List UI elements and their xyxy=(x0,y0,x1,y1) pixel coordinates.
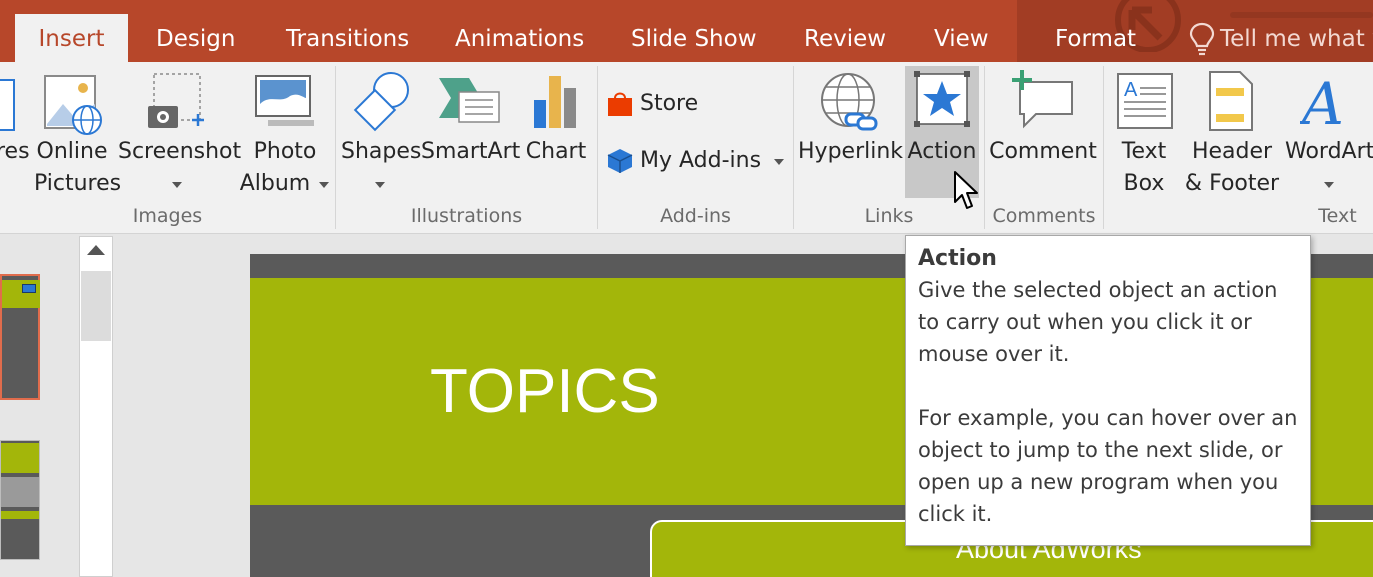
photo-album-button[interactable]: Photo Album xyxy=(240,66,330,206)
tooltip-text: click it. xyxy=(918,498,1298,530)
thumbnail-row xyxy=(1,477,39,507)
hyperlink-button[interactable]: Hyperlink xyxy=(798,66,902,206)
pictures-label: res xyxy=(0,136,24,168)
comment-button[interactable]: Comment xyxy=(988,66,1098,206)
ribbon-tab-bar: Insert Design Transitions Animations Sli… xyxy=(0,0,1373,62)
comment-label: Comment xyxy=(988,136,1098,168)
tab-format[interactable]: Format xyxy=(1055,0,1136,62)
header-footer-icon xyxy=(1208,70,1256,132)
thumbnail-scrollbar[interactable] xyxy=(79,236,113,577)
group-separator xyxy=(1103,66,1104,229)
online-pictures-label-2: Pictures xyxy=(34,168,110,200)
shapes-label: Shapes xyxy=(341,136,419,168)
chart-label: Chart xyxy=(524,136,588,168)
pictures-icon xyxy=(0,74,18,136)
my-addins-icon xyxy=(606,147,634,175)
action-tooltip: Action Give the selected object an actio… xyxy=(905,235,1311,546)
hyperlink-label: Hyperlink xyxy=(798,136,902,168)
smartart-button[interactable]: SmartArt xyxy=(421,66,519,206)
tab-transitions[interactable]: Transitions xyxy=(286,0,409,62)
tooltip-text: mouse over it. xyxy=(918,338,1298,370)
comments-group-label: Comments xyxy=(985,205,1103,231)
slide-thumbnail[interactable] xyxy=(0,274,40,400)
images-group-label: Images xyxy=(0,205,335,231)
star-icon xyxy=(913,70,971,128)
illustrations-group-label: Illustrations xyxy=(336,205,597,231)
my-addins-button[interactable]: My Add-ins xyxy=(604,141,790,181)
store-button[interactable]: Store xyxy=(604,84,704,124)
slide-thumbnail-pane xyxy=(0,234,80,577)
thumbnail-band xyxy=(1,443,39,473)
tab-insert[interactable]: Insert xyxy=(15,14,128,62)
tab-design[interactable]: Design xyxy=(156,0,235,62)
text-group-label: Text xyxy=(1290,205,1373,231)
smartart-label: SmartArt xyxy=(421,136,519,168)
action-label: Action xyxy=(905,136,979,168)
header-footer-label-2: & Footer xyxy=(1182,168,1282,200)
text-box-icon: A xyxy=(1116,72,1174,130)
wordart-icon: A xyxy=(1300,72,1350,130)
my-addins-label: My Add-ins xyxy=(640,145,761,177)
chart-icon xyxy=(532,74,580,130)
header-footer-button[interactable]: Header & Footer xyxy=(1182,66,1282,206)
tooltip-text: to carry out when you click it or xyxy=(918,306,1298,338)
thumbnail-band xyxy=(1,511,39,519)
my-addins-dropdown-icon xyxy=(774,159,784,165)
pictures-button[interactable]: res xyxy=(0,66,28,206)
svg-text:A: A xyxy=(1124,79,1138,101)
online-pictures-label-1: Online xyxy=(34,136,110,168)
mouse-pointer-icon xyxy=(953,170,981,212)
hyperlink-icon xyxy=(818,70,882,134)
photo-album-icon xyxy=(254,74,316,130)
shapes-icon xyxy=(349,70,411,132)
online-pictures-button[interactable]: Online Pictures xyxy=(34,66,110,206)
text-box-label-2: Box xyxy=(1110,168,1178,200)
tab-view[interactable]: View xyxy=(934,0,989,62)
scrollbar-thumb[interactable] xyxy=(81,271,111,341)
screenshot-icon xyxy=(148,70,208,132)
comment-icon xyxy=(1010,70,1076,132)
online-pictures-icon xyxy=(43,74,105,136)
smartart-icon xyxy=(439,76,501,126)
wordart-dropdown-icon xyxy=(1324,182,1334,188)
tab-animations[interactable]: Animations xyxy=(455,0,584,62)
text-box-button[interactable]: A Text Box xyxy=(1110,66,1178,206)
lightbulb-icon[interactable] xyxy=(1188,22,1216,56)
tooltip-text: open up a new program when you xyxy=(918,466,1298,498)
tab-slide-show[interactable]: Slide Show xyxy=(631,0,757,62)
chart-button[interactable]: Chart xyxy=(524,66,588,206)
shapes-dropdown-icon xyxy=(375,182,385,188)
screenshot-dropdown-icon xyxy=(172,182,182,188)
svg-text:A: A xyxy=(1300,72,1344,130)
tooltip-title: Action xyxy=(918,244,1298,274)
tab-review[interactable]: Review xyxy=(804,0,886,62)
thumbnail-media-icon xyxy=(22,284,36,293)
photo-album-label-1: Photo xyxy=(240,136,330,168)
tooltip-text: For example, you can hover over an xyxy=(918,402,1298,434)
shapes-button[interactable]: Shapes xyxy=(341,66,419,206)
text-box-label-1: Text xyxy=(1110,136,1178,168)
tooltip-text: object to jump to the next slide, or xyxy=(918,434,1298,466)
tell-me-search[interactable]: Tell me what y xyxy=(1220,0,1373,62)
addins-group-label: Add-ins xyxy=(598,205,793,231)
wordart-label: WordArt xyxy=(1285,136,1373,168)
store-icon xyxy=(606,90,634,118)
slide-thumbnail[interactable] xyxy=(0,440,40,560)
tooltip-text: Give the selected object an action xyxy=(918,274,1298,306)
slide-title[interactable]: TOPICS xyxy=(430,356,660,427)
screenshot-button[interactable]: Screenshot xyxy=(118,66,236,206)
wordart-button[interactable]: A WordArt xyxy=(1284,66,1373,206)
header-footer-label-1: Header xyxy=(1182,136,1282,168)
scroll-up-icon[interactable] xyxy=(87,245,105,255)
store-label: Store xyxy=(640,88,698,120)
photo-album-dropdown-icon xyxy=(319,182,329,188)
screenshot-label: Screenshot xyxy=(118,136,236,168)
photo-album-label-2: Album xyxy=(230,168,320,200)
